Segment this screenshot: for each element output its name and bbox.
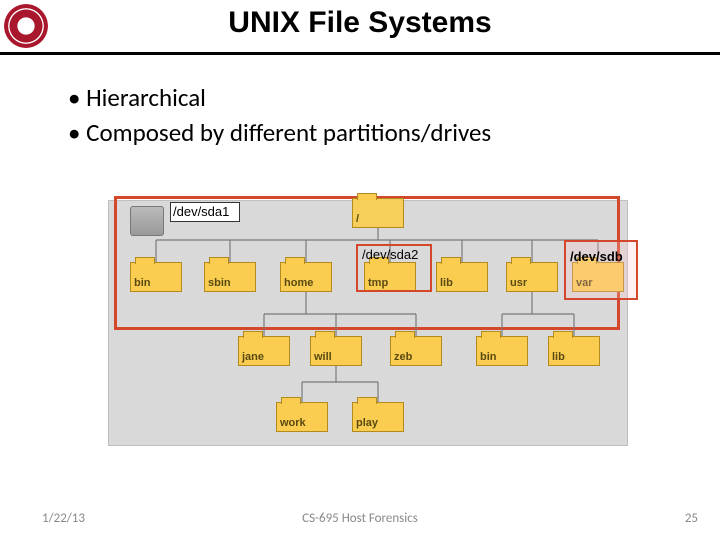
- folder-zeb: zeb: [390, 336, 442, 366]
- folder-play: play: [352, 402, 404, 432]
- folder-usr-bin: bin: [476, 336, 528, 366]
- folder-jane: jane: [238, 336, 290, 366]
- folder-label: usr: [510, 277, 527, 289]
- folder-will: will: [310, 336, 362, 366]
- folder-bin: bin: [130, 262, 182, 292]
- folder-sbin: sbin: [204, 262, 256, 292]
- folder-label: /: [356, 213, 359, 225]
- device-label-sda1: /dev/sda1: [170, 202, 240, 222]
- filesystem-diagram: /dev/sda1 / bin sbin home tmp lib usr va…: [108, 178, 628, 446]
- folder-label: jane: [242, 351, 264, 363]
- folder-label: bin: [134, 277, 151, 289]
- footer-course: CS-695 Host Forensics: [0, 511, 720, 526]
- bullet-item: Hierarchical: [68, 80, 491, 115]
- folder-label: lib: [440, 277, 453, 289]
- folder-label: will: [314, 351, 332, 363]
- device-label-sdb: /dev/sdb: [570, 250, 632, 264]
- folder-lib: lib: [436, 262, 488, 292]
- folder-label: work: [280, 417, 306, 429]
- folder-root: /: [352, 198, 404, 228]
- folder-label: play: [356, 417, 378, 429]
- slide-title: UNIX File Systems: [0, 6, 720, 40]
- hard-disk-icon: [130, 206, 164, 236]
- folder-label: zeb: [394, 351, 412, 363]
- folder-usr-lib: lib: [548, 336, 600, 366]
- bullet-item: Composed by different partitions/drives: [68, 115, 491, 150]
- bullet-list: Hierarchical Composed by different parti…: [68, 80, 491, 150]
- folder-label: home: [284, 277, 313, 289]
- title-underline: [0, 52, 720, 55]
- footer-page: 25: [685, 511, 698, 526]
- folder-usr: usr: [506, 262, 558, 292]
- folder-label: lib: [552, 351, 565, 363]
- folder-label: sbin: [208, 277, 231, 289]
- folder-label: bin: [480, 351, 497, 363]
- folder-home: home: [280, 262, 332, 292]
- device-label-sda2: /dev/sda2: [362, 248, 410, 262]
- folder-work: work: [276, 402, 328, 432]
